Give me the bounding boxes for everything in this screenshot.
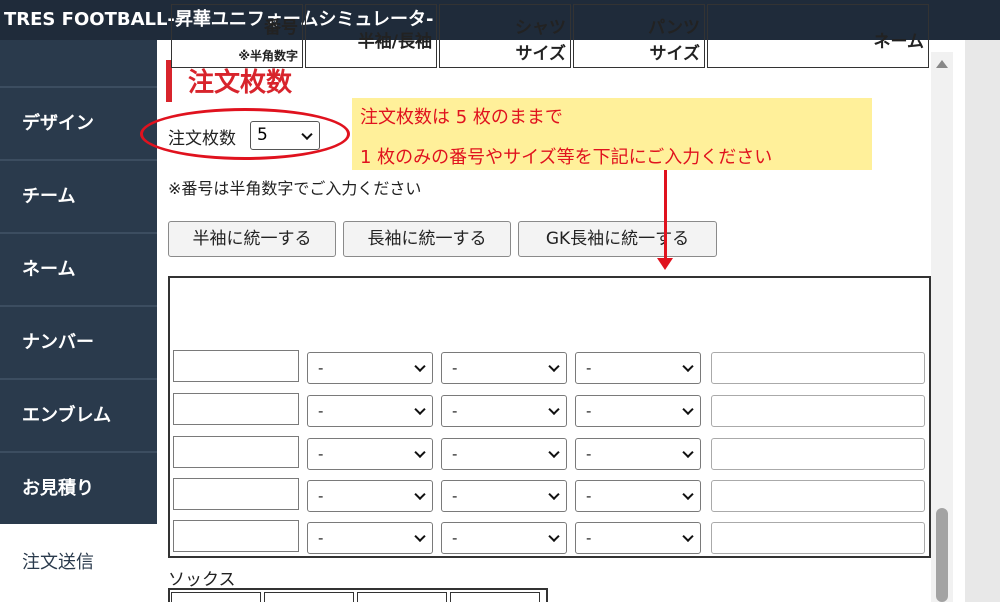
sidebar-item-name[interactable]: ネーム (0, 232, 157, 304)
row-4-pants-select[interactable]: - (575, 480, 701, 512)
row-2-name-input[interactable] (711, 395, 925, 427)
app-window: TRES FOOTBALL-昇華ユニフォームシミュレータ- デザイン チーム ネ… (0, 0, 1000, 602)
chevron-down-icon (548, 488, 560, 501)
sidebar: デザイン チーム ネーム ナンバー エンブレム お見積り 注文送信 (0, 40, 157, 602)
chevron-down-icon (682, 530, 694, 543)
header-pants-size: パンツ サイズ (573, 4, 705, 68)
row-3-pants-value: - (586, 445, 592, 463)
row-1-pants-value: - (586, 359, 592, 377)
row-4-shirt-select[interactable]: - (441, 480, 567, 512)
header-shirt-size-label: サイズ (515, 44, 567, 64)
row-2-shirt-select[interactable]: - (441, 395, 567, 427)
row-4-shirt-value: - (452, 487, 458, 505)
row-5-sleeve-select[interactable]: - (307, 522, 433, 554)
socks-cell (171, 592, 261, 602)
row-2-pants-select[interactable]: - (575, 395, 701, 427)
row-2-sleeve-select[interactable]: - (307, 395, 433, 427)
row-5-shirt-select[interactable]: - (441, 522, 567, 554)
sidebar-item-order-send[interactable]: 注文送信 (0, 524, 157, 602)
row-3-shirt-value: - (452, 445, 458, 463)
right-gutter (965, 40, 1000, 602)
annotation-note-line1: 注文枚数は 5 枚のままで (360, 107, 563, 128)
sidebar-item-estimate[interactable]: お見積り (0, 451, 157, 523)
annotation-arrow-line (664, 170, 667, 262)
header-number-sub: ※半角数字 (238, 49, 298, 63)
chevron-down-icon (682, 360, 694, 373)
header-sleeve-label: 半袖/長袖 (357, 32, 432, 52)
row-2-sleeve-value: - (318, 402, 324, 420)
row-2-number-input[interactable] (173, 393, 299, 425)
row-1-sleeve-value: - (318, 359, 324, 377)
row-1-sleeve-select[interactable]: - (307, 352, 433, 384)
socks-cell (450, 592, 540, 602)
header-pants-label: パンツ (648, 18, 700, 38)
sidebar-item-design[interactable]: デザイン (0, 86, 157, 158)
row-5-shirt-value: - (452, 529, 458, 547)
row-4-pants-value: - (586, 487, 592, 505)
sidebar-item-emblem[interactable]: エンブレム (0, 378, 157, 450)
row-3-number-input[interactable] (173, 436, 299, 468)
chevron-down-icon (414, 446, 426, 459)
row-3-shirt-select[interactable]: - (441, 438, 567, 470)
row-4-name-input[interactable] (711, 480, 925, 512)
number-hint: ※番号は半角数字でご入力ください (168, 179, 422, 198)
row-3-sleeve-select[interactable]: - (307, 438, 433, 470)
row-3-name-input[interactable] (711, 438, 925, 470)
unify-short-sleeve-button[interactable]: 半袖に統一する (168, 221, 336, 257)
row-5-pants-value: - (586, 529, 592, 547)
chevron-down-icon (548, 446, 560, 459)
chevron-down-icon (414, 488, 426, 501)
header-shirt-size: シャツ サイズ (439, 4, 571, 68)
unify-gk-long-sleeve-button[interactable]: GK長袖に統一する (518, 221, 717, 257)
row-5-sleeve-value: - (318, 529, 324, 547)
sidebar-item-number[interactable]: ナンバー (0, 305, 157, 377)
chevron-down-icon (548, 360, 560, 373)
header-name-label: ネーム (873, 32, 925, 52)
row-3-sleeve-value: - (318, 445, 324, 463)
scrollbar-thumb[interactable] (936, 508, 948, 602)
triangle-up-icon[interactable] (936, 60, 948, 68)
sidebar-item-top[interactable] (0, 40, 157, 86)
row-5-name-input[interactable] (711, 522, 925, 554)
header-sleeve: 半袖/長袖 (305, 4, 437, 68)
header-number: 番号 ※半角数字 (171, 4, 303, 68)
row-4-number-input[interactable] (173, 478, 299, 510)
chevron-down-icon (414, 530, 426, 543)
row-1-number-input[interactable] (173, 350, 299, 382)
socks-cell (264, 592, 354, 602)
row-2-shirt-value: - (452, 402, 458, 420)
chevron-down-icon (548, 530, 560, 543)
highlight-ellipse (140, 108, 350, 160)
row-2-pants-value: - (586, 402, 592, 420)
row-1-name-input[interactable] (711, 352, 925, 384)
row-4-sleeve-select[interactable]: - (307, 480, 433, 512)
header-number-label: 番号 (264, 18, 298, 38)
header-pants-size-label: サイズ (649, 44, 701, 64)
chevron-down-icon (548, 403, 560, 416)
chevron-down-icon (682, 446, 694, 459)
row-4-sleeve-value: - (318, 487, 324, 505)
annotation-note-line2: 1 枚のみの番号やサイズ等を下記にご入力ください (360, 147, 773, 168)
socks-label: ソックス (168, 570, 236, 590)
chevron-down-icon (414, 403, 426, 416)
row-1-shirt-select[interactable]: - (441, 352, 567, 384)
header-name: ネーム (707, 4, 929, 68)
row-1-pants-select[interactable]: - (575, 352, 701, 384)
unify-long-sleeve-button[interactable]: 長袖に統一する (343, 221, 511, 257)
chevron-down-icon (682, 488, 694, 501)
row-5-number-input[interactable] (173, 520, 299, 552)
header-shirt-label: シャツ (515, 18, 566, 38)
chevron-down-icon (414, 360, 426, 373)
chevron-down-icon (682, 403, 694, 416)
row-1-shirt-value: - (452, 359, 458, 377)
row-3-pants-select[interactable]: - (575, 438, 701, 470)
row-5-pants-select[interactable]: - (575, 522, 701, 554)
sidebar-item-team[interactable]: チーム (0, 159, 157, 231)
arrow-down-icon (657, 258, 673, 270)
socks-cell (357, 592, 447, 602)
